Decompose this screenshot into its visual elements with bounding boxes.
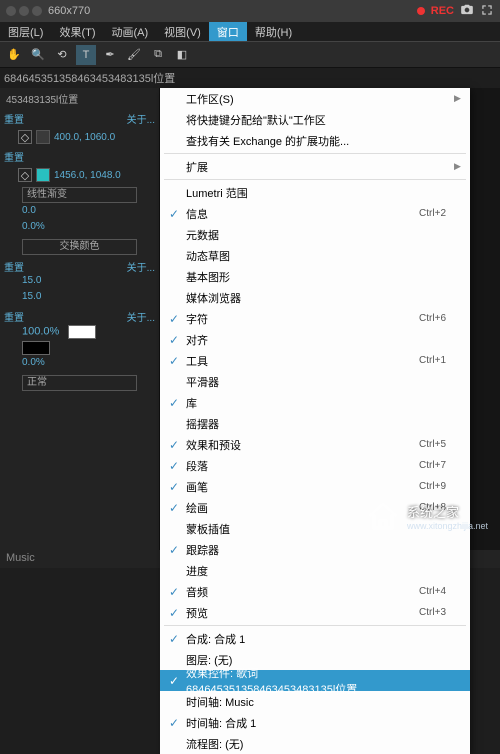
value-row: 100.0% xyxy=(0,325,159,341)
value[interactable]: 15.0 xyxy=(0,291,159,307)
stamp-icon[interactable]: ⧉ xyxy=(148,45,168,65)
menu-library[interactable]: ✓库 xyxy=(160,392,470,413)
menu-effect[interactable]: 效果(T) xyxy=(51,22,103,41)
prop-header: 重置 关于... xyxy=(0,307,159,325)
window-titlebar: 660x770 REC xyxy=(0,0,500,22)
prop-header: 重置 xyxy=(0,147,159,165)
menu-align[interactable]: ✓对齐 xyxy=(160,329,470,350)
menu-motionsketch[interactable]: 动态草图 xyxy=(160,245,470,266)
menu-bar: 图层(L) 效果(T) 动画(A) 视图(V) 窗口 帮助(H) xyxy=(0,22,500,42)
menu-smoother[interactable]: 平滑器 xyxy=(160,371,470,392)
keyframe-toggle-icon[interactable]: ◇ xyxy=(18,130,32,144)
window-dot[interactable] xyxy=(32,6,42,16)
menu-paragraph[interactable]: ✓段落Ctrl+7 xyxy=(160,455,470,476)
window-dot[interactable] xyxy=(19,6,29,16)
menu-brushes[interactable]: ✓画笔Ctrl+9 xyxy=(160,476,470,497)
eraser-icon[interactable]: ◧ xyxy=(172,45,192,65)
capture-size: 660x770 xyxy=(48,5,90,17)
value[interactable]: 0.0 xyxy=(0,205,159,221)
pen-icon[interactable]: ✒ xyxy=(100,45,120,65)
hand-icon[interactable]: ✋ xyxy=(4,45,24,65)
menu-lumetri[interactable]: Lumetri 范围 xyxy=(160,182,470,203)
about-link[interactable]: 关于... xyxy=(127,259,155,274)
menu-metadata[interactable]: 元数据 xyxy=(160,224,470,245)
value[interactable]: 0.0% xyxy=(0,357,159,373)
effect-controls-panel: 453483135l位置 重置 关于... ◇ 400.0, 1060.0 重置… xyxy=(0,88,160,568)
menu-tools[interactable]: ✓工具Ctrl+1 xyxy=(160,350,470,371)
color-swatch[interactable] xyxy=(68,325,96,339)
menu-timeline-music[interactable]: 时间轴: Music xyxy=(160,691,470,712)
menu-effect-controls[interactable]: ✓效果控件: 歌词684645351358463453483135l位置 xyxy=(160,670,470,691)
camera-icon[interactable] xyxy=(460,3,474,20)
separator xyxy=(164,179,466,180)
window-controls xyxy=(6,6,42,16)
separator xyxy=(164,625,466,626)
toolbar: ✋ 🔍 ⟲ T ✒ 🖌 ⧉ ◧ xyxy=(0,42,500,68)
separator xyxy=(164,153,466,154)
menu-extensions[interactable]: 扩展▶ xyxy=(160,156,470,177)
anchor-icon[interactable] xyxy=(36,168,50,182)
menu-mediabrowser[interactable]: 媒体浏览器 xyxy=(160,287,470,308)
rec-dot-icon xyxy=(417,7,425,15)
reset-link[interactable]: 重置 xyxy=(4,309,44,324)
brush-icon[interactable]: 🖌 xyxy=(124,45,144,65)
menu-animation[interactable]: 动画(A) xyxy=(104,22,157,41)
menu-help[interactable]: 帮助(H) xyxy=(247,22,300,41)
value[interactable]: 0.0% xyxy=(0,221,159,237)
menu-tracker[interactable]: ✓跟踪器 xyxy=(160,539,470,560)
timeline-label[interactable]: Music xyxy=(6,552,35,564)
menu-shapes[interactable]: 基本图形 xyxy=(160,266,470,287)
anchor-row-2: ◇ 1456.0, 1048.0 xyxy=(0,165,159,185)
menu-flowchart[interactable]: 流程图: (无) xyxy=(160,733,470,754)
type-icon[interactable]: T xyxy=(76,45,96,65)
anchor-icon[interactable] xyxy=(36,130,50,144)
rotate-icon[interactable]: ⟲ xyxy=(52,45,72,65)
prop-header: 重置 关于... xyxy=(0,257,159,275)
keyframe-toggle-icon[interactable]: ◇ xyxy=(18,168,32,182)
zoom-icon[interactable]: 🔍 xyxy=(28,45,48,65)
menu-maskinterp[interactable]: 蒙板插值 xyxy=(160,518,470,539)
menu-paint[interactable]: ✓绘画Ctrl+8 xyxy=(160,497,470,518)
menu-progress[interactable]: 进度 xyxy=(160,560,470,581)
menu-effects[interactable]: ✓效果和预设Ctrl+5 xyxy=(160,434,470,455)
menu-preview[interactable]: ✓预览Ctrl+3 xyxy=(160,602,470,623)
rec-label[interactable]: REC xyxy=(431,5,454,17)
menu-info[interactable]: ✓信息Ctrl+2 xyxy=(160,203,470,224)
menu-audio[interactable]: ✓音频Ctrl+4 xyxy=(160,581,470,602)
blend-mode-select[interactable]: 正常 xyxy=(22,375,137,391)
menu-layer[interactable]: 图层(L) xyxy=(0,22,51,41)
value[interactable]: 400.0, 1060.0 xyxy=(54,132,115,143)
value[interactable]: 1456.0, 1048.0 xyxy=(54,170,121,181)
menu-character[interactable]: ✓字符Ctrl+6 xyxy=(160,308,470,329)
gradient-mode-select[interactable]: 线性渐变 xyxy=(22,187,137,203)
value[interactable]: 15.0 xyxy=(0,275,159,291)
reset-link[interactable]: 重置 xyxy=(4,149,44,164)
about-link[interactable]: 关于... xyxy=(127,309,155,324)
value[interactable]: 100.0% xyxy=(22,326,59,338)
menu-view[interactable]: 视图(V) xyxy=(156,22,209,41)
menu-wiggler[interactable]: 摇摆器 xyxy=(160,413,470,434)
about-link[interactable]: 关于... xyxy=(127,111,155,126)
value-row xyxy=(0,341,159,357)
reset-link[interactable]: 重置 xyxy=(4,111,44,126)
reset-link[interactable]: 重置 xyxy=(4,259,44,274)
tab-long[interactable]: 684645351358463453483135l位置 xyxy=(4,70,175,86)
color-swatch[interactable] xyxy=(22,341,50,355)
swap-colors-button[interactable]: 交换颜色 xyxy=(22,239,137,255)
prop-header: 重置 关于... xyxy=(0,109,159,127)
menu-exchange[interactable]: 查找有关 Exchange 的扩展功能... xyxy=(160,130,470,151)
window-dot[interactable] xyxy=(6,6,16,16)
anchor-row-1: ◇ 400.0, 1060.0 xyxy=(0,127,159,147)
expand-icon[interactable] xyxy=(480,3,494,20)
menu-window[interactable]: 窗口 xyxy=(209,22,247,41)
menu-timeline-comp[interactable]: ✓时间轴: 合成 1 xyxy=(160,712,470,733)
panel-subtitle: 453483135l位置 xyxy=(0,88,159,109)
menu-workspace[interactable]: 工作区(S)▶ xyxy=(160,88,470,109)
menu-assign-shortcuts[interactable]: 将快捷键分配给"默认"工作区 xyxy=(160,109,470,130)
window-menu-dropdown: 工作区(S)▶ 将快捷键分配给"默认"工作区 查找有关 Exchange 的扩展… xyxy=(160,88,470,754)
tab-row: 684645351358463453483135l位置 xyxy=(0,68,500,88)
menu-comp[interactable]: ✓合成: 合成 1 xyxy=(160,628,470,649)
